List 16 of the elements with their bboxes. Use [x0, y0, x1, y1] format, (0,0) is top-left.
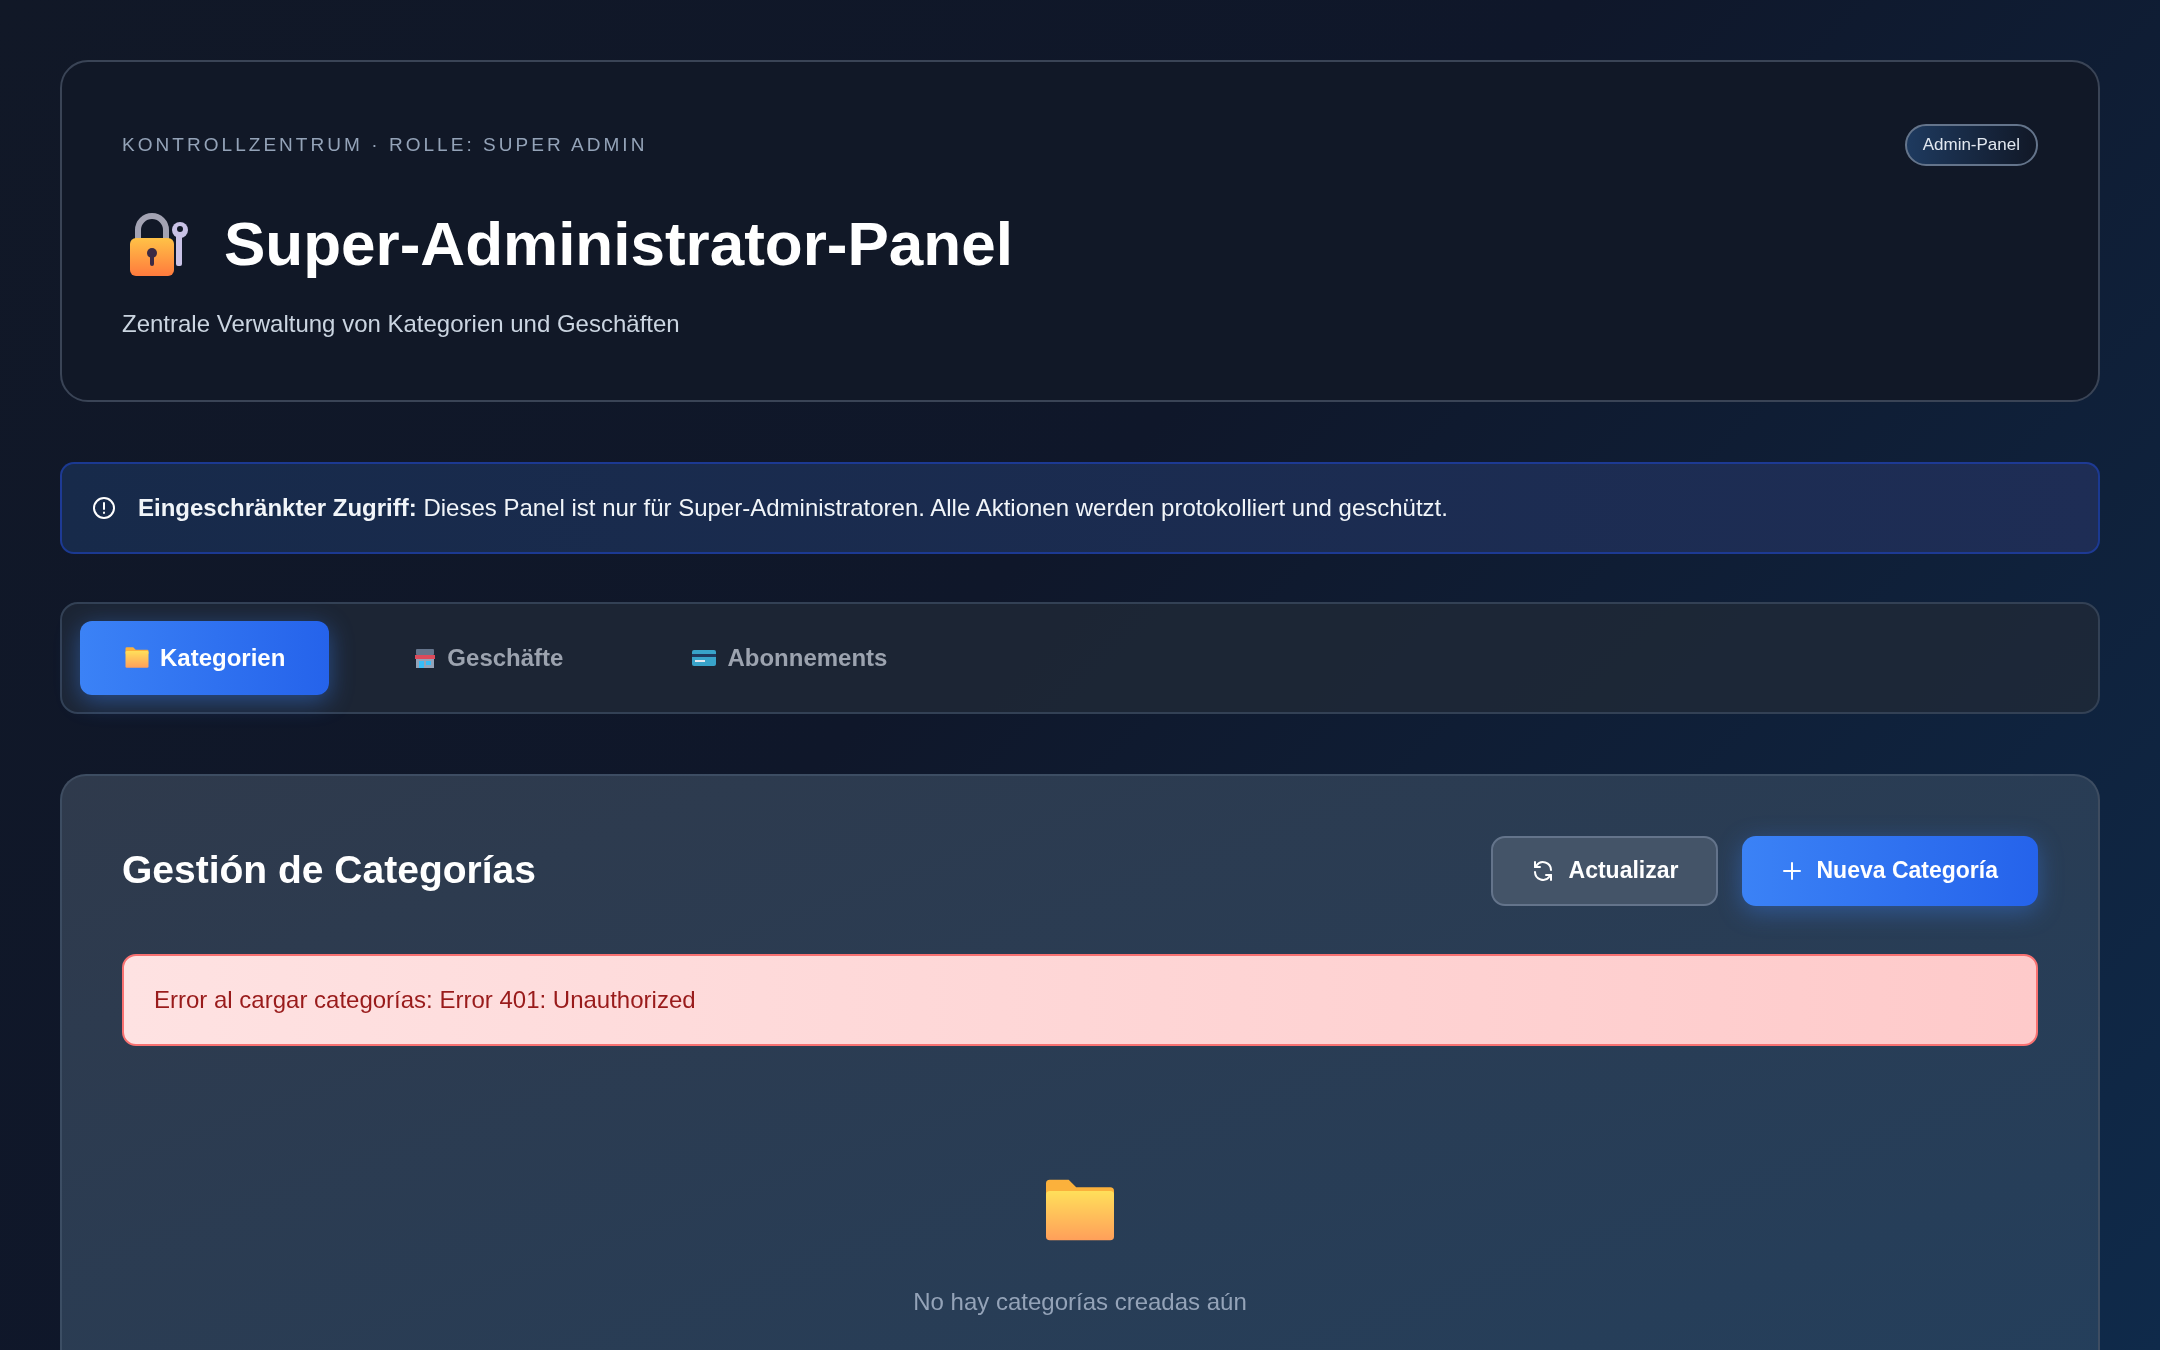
info-icon — [92, 495, 116, 520]
error-message: Error al cargar categorías: Error 401: Unauthorized — [122, 953, 2038, 1046]
refresh-button[interactable]: Actualizar — [1490, 835, 1719, 906]
credit-card-icon — [691, 647, 718, 668]
page-subtitle: Zentrale Verwaltung von Kategorien und Geschäften — [122, 308, 681, 339]
notice-text: Eingeschränkter Zugriff: Dieses Panel ist nur für Super-Administratoren. Alle Aktionen werden protokolliert und geschützt. — [138, 492, 1448, 523]
folder-icon — [124, 646, 150, 669]
tab[interactable]: Geschäfte — [369, 620, 608, 695]
eyebrow-label: KONTROLLZENTRUM · ROLLE: SUPER ADMIN — [122, 132, 648, 157]
new-category-button[interactable]: Nueva Categoría — [1742, 835, 2038, 906]
section-title: Gestión de Categorías — [122, 847, 536, 894]
tab[interactable]: Kategorien — [80, 620, 330, 695]
admin-badge: Admin-Panel — [1904, 124, 2038, 166]
tab[interactable]: Abonnements — [647, 620, 932, 695]
empty-state-text: No hay categorías creadas aún — [913, 1286, 1247, 1317]
plus-icon — [1782, 860, 1803, 881]
